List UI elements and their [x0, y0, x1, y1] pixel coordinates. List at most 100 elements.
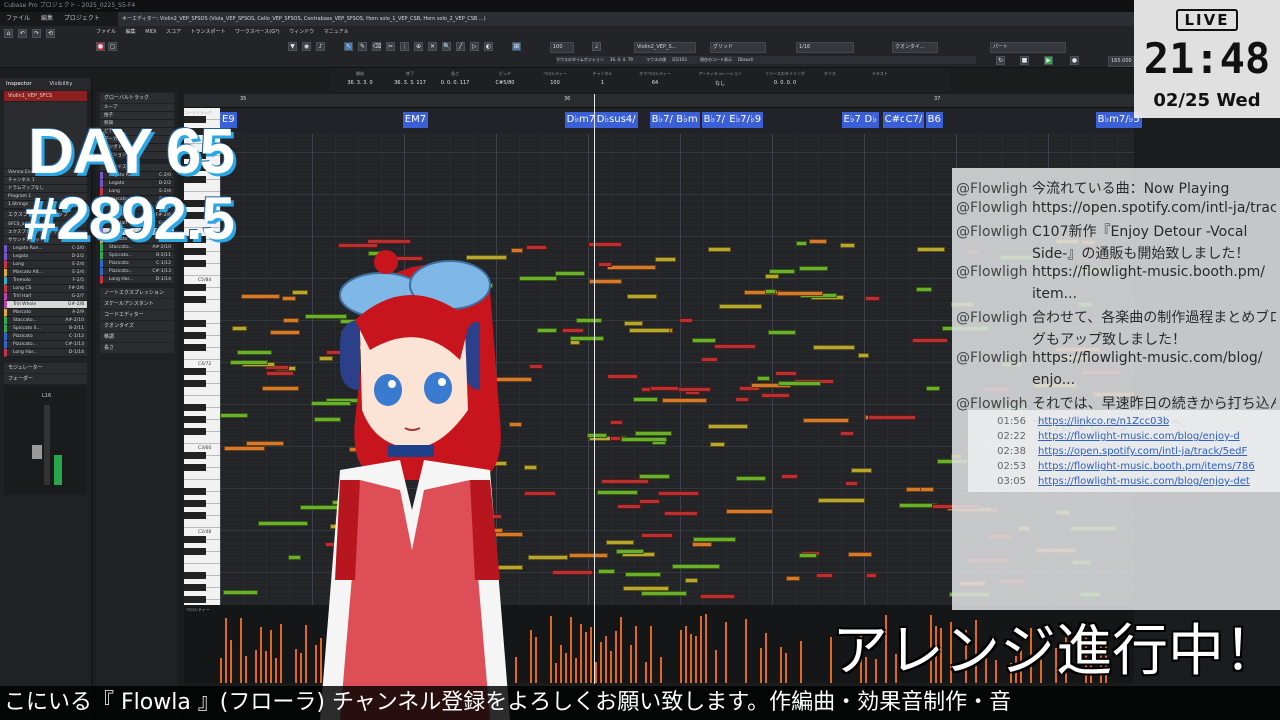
midi-note[interactable] — [640, 533, 674, 539]
velocity-bar[interactable] — [220, 657, 222, 683]
midi-note[interactable] — [610, 420, 624, 426]
midi-note[interactable] — [767, 329, 796, 335]
cycle-icon[interactable]: ↻ — [996, 56, 1005, 65]
chord-event[interactable]: B♭7/ — [649, 112, 675, 128]
midi-note[interactable] — [813, 344, 855, 350]
midi-note[interactable] — [661, 397, 708, 403]
velocity-bar[interactable] — [615, 631, 617, 683]
chord-event[interactable]: D♭m7 — [564, 112, 598, 128]
velocity-bar[interactable] — [600, 642, 602, 683]
velocity-bar[interactable] — [685, 625, 687, 683]
inspector-sound-slot[interactable]: Pizzicato... C#-1/13 — [4, 341, 87, 349]
velocity-bar[interactable] — [645, 662, 647, 683]
info-channel-value[interactable]: 1 — [580, 80, 625, 86]
link-url[interactable]: https://flowlight-music.com/blog/enjoy-d — [1038, 431, 1240, 442]
midi-note[interactable] — [915, 287, 933, 293]
midi-note[interactable] — [847, 551, 872, 557]
editor-section-header[interactable]: コードエディター — [100, 310, 174, 320]
midi-note[interactable] — [735, 396, 750, 402]
midi-note[interactable] — [868, 415, 917, 421]
black-key[interactable] — [184, 404, 206, 411]
velocity-bar[interactable] — [715, 650, 717, 683]
velocity-bar[interactable] — [785, 653, 787, 683]
midi-note[interactable] — [597, 569, 615, 575]
midi-note[interactable] — [786, 576, 800, 582]
record-button[interactable]: ● — [96, 42, 105, 51]
chord-event[interactable]: B♭7/ — [701, 112, 727, 128]
midi-note[interactable] — [561, 327, 584, 333]
midi-note[interactable] — [839, 431, 854, 437]
midi-note[interactable] — [570, 335, 604, 341]
chord-event[interactable]: B6 — [925, 112, 943, 128]
velocity-bar[interactable] — [580, 624, 582, 683]
modulator-header[interactable]: モジュレーター — [4, 363, 87, 373]
inspector-sound-slot[interactable]: Tremolo F-2/5 — [4, 277, 87, 285]
chord-event[interactable]: E♭7 — [841, 112, 863, 128]
info-articulation-value[interactable]: なし — [685, 80, 755, 87]
velocity-bar[interactable] — [745, 619, 747, 683]
midi-note[interactable] — [777, 380, 822, 386]
midi-note[interactable] — [526, 244, 547, 250]
undo-icon[interactable]: ↶ — [18, 29, 27, 38]
midi-note[interactable] — [282, 296, 296, 302]
line-tool-icon[interactable]: ╱ — [456, 42, 465, 51]
midi-note[interactable] — [640, 590, 688, 596]
velocity-bar[interactable] — [275, 657, 277, 683]
filter-icon[interactable]: ▼ — [288, 42, 297, 51]
acoustic-feedback-icon[interactable]: ♪ — [316, 42, 325, 51]
black-key[interactable] — [184, 452, 206, 459]
play-icon[interactable]: ▶ — [1044, 56, 1053, 65]
chord-event[interactable]: C7/ — [903, 112, 925, 128]
midi-note[interactable] — [699, 594, 736, 600]
velocity-bar[interactable] — [725, 622, 727, 683]
midi-note[interactable] — [774, 371, 797, 377]
black-key[interactable] — [184, 332, 206, 339]
midi-note[interactable] — [241, 293, 280, 299]
menu-project[interactable]: プロジェクト — [64, 15, 100, 22]
black-key[interactable] — [184, 512, 206, 519]
snap-icon[interactable]: ⊞ — [512, 42, 521, 51]
editor-section-header[interactable]: 長さ — [100, 343, 174, 353]
midi-note[interactable] — [586, 433, 607, 439]
fader-handle[interactable] — [32, 445, 42, 459]
midi-note[interactable] — [818, 498, 865, 504]
editor-menu-manual[interactable]: マニュアル — [324, 29, 349, 35]
step-input-icon[interactable]: ♩ — [592, 42, 601, 51]
black-key[interactable] — [184, 380, 206, 387]
midi-note[interactable] — [839, 243, 856, 249]
midi-note[interactable] — [850, 468, 872, 474]
velocity-bar[interactable] — [560, 644, 562, 683]
velocity-bar[interactable] — [270, 629, 272, 683]
midi-note[interactable] — [802, 417, 849, 423]
black-key[interactable] — [184, 416, 206, 423]
editor-menu-edit[interactable]: 編集 — [126, 29, 136, 35]
velocity-bar[interactable] — [245, 655, 247, 683]
redo-icon[interactable]: ↷ — [32, 29, 41, 38]
solo-icon[interactable]: ◉ — [302, 42, 311, 51]
midi-note[interactable] — [795, 240, 807, 246]
midi-note[interactable] — [684, 577, 699, 583]
midi-note[interactable] — [639, 474, 671, 480]
black-key[interactable] — [184, 464, 206, 471]
editor-menu-midi[interactable]: MIDI — [145, 29, 156, 35]
black-key[interactable] — [184, 488, 206, 495]
midi-note[interactable] — [598, 262, 613, 268]
midi-note[interactable] — [678, 318, 693, 324]
velocity-bar[interactable] — [295, 649, 297, 683]
link-url[interactable]: https://flowlight-music.com/blog/enjoy-d… — [1038, 476, 1250, 487]
midi-note[interactable] — [568, 552, 608, 558]
midi-note[interactable] — [624, 572, 661, 578]
midi-note[interactable] — [780, 473, 799, 479]
editor-section-header[interactable]: ノートエクスプレッション — [100, 288, 174, 298]
midi-note[interactable] — [269, 330, 300, 336]
midi-note[interactable] — [265, 370, 295, 376]
velocity-bar[interactable] — [660, 657, 662, 683]
velocity-bar[interactable] — [780, 647, 782, 683]
inspector-sound-slot[interactable]: Marcato A-2/9 — [4, 309, 87, 317]
inspector-sound-slot[interactable]: Pizzicato C-1/12 — [4, 333, 87, 341]
midi-note[interactable] — [736, 475, 766, 481]
chord-event[interactable]: EM7 — [402, 112, 429, 128]
velocity-bar[interactable] — [690, 634, 692, 683]
velocity-bar[interactable] — [590, 627, 592, 683]
midi-note[interactable] — [607, 265, 657, 271]
